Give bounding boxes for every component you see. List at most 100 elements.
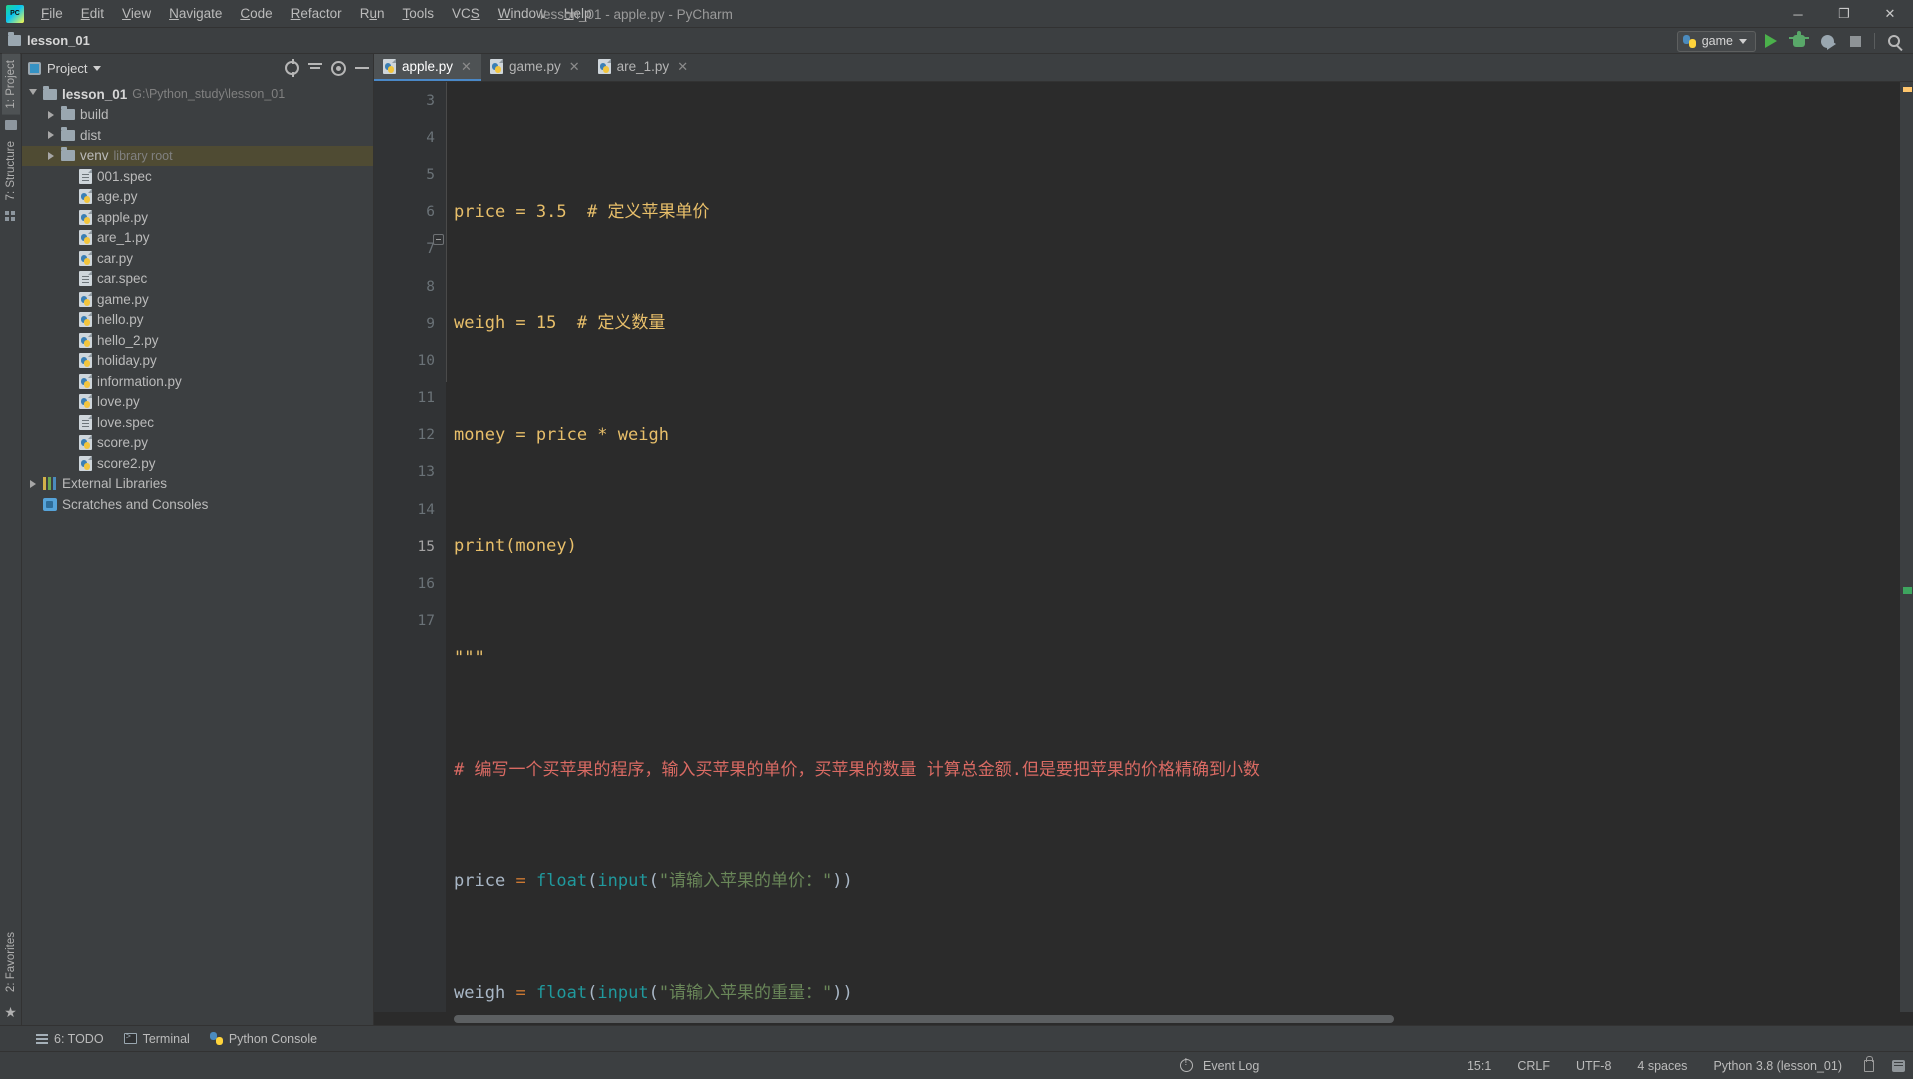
line-number-12[interactable]: 12 (374, 417, 446, 454)
tree-item-age-py[interactable]: age.py (22, 187, 373, 208)
tree-item-dist[interactable]: dist (22, 125, 373, 146)
locate-icon[interactable] (285, 59, 299, 77)
line-number-10[interactable]: 10 (374, 342, 446, 379)
debug-button[interactable] (1786, 29, 1812, 53)
menu-item-refactor[interactable]: Refactor (282, 2, 351, 25)
chevron-right-icon[interactable] (46, 151, 56, 160)
code-editor[interactable]: price = 3.5 # 定义苹果单价 weigh = 15 # 定义数量 m… (446, 82, 1900, 1012)
hide-icon[interactable] (355, 67, 369, 69)
line-number-4[interactable]: 4 (374, 119, 446, 156)
tree-item-car-spec[interactable]: car.spec (22, 269, 373, 290)
python-file-icon (597, 59, 611, 74)
tree-item-love-spec[interactable]: love.spec (22, 412, 373, 433)
line-number-8[interactable]: 8 (374, 268, 446, 305)
line-number-11[interactable]: 11 (374, 380, 446, 417)
tree-item-lesson-01[interactable]: lesson_01 G:\Python_study\lesson_01 (22, 84, 373, 105)
tree-item-car-py[interactable]: car.py (22, 248, 373, 269)
tool-button-todo[interactable]: 6: TODO (26, 1029, 114, 1049)
run-configuration-selector[interactable]: game (1676, 30, 1756, 52)
chevron-right-icon[interactable] (28, 479, 38, 488)
gear-icon[interactable] (331, 60, 346, 76)
editor-tab-label: game.py (508, 59, 561, 74)
chevron-right-icon[interactable] (46, 131, 56, 140)
tree-item-external-libraries[interactable]: External Libraries (22, 474, 373, 495)
chevron-down-icon[interactable] (28, 89, 38, 99)
tree-item-label: love.py (97, 394, 140, 410)
event-log-button[interactable]: Event Log (1199, 1057, 1263, 1075)
main-toolbar: game (1676, 28, 1907, 54)
tree-item-hello-py[interactable]: hello.py (22, 310, 373, 331)
editor-tab-apple[interactable]: apple.py ✕ (374, 54, 481, 81)
tree-item-holiday-py[interactable]: holiday.py (22, 351, 373, 372)
chevron-right-icon[interactable] (46, 110, 56, 119)
maximize-button[interactable]: ❐ (1821, 0, 1867, 28)
line-number-14[interactable]: 14 (374, 491, 446, 528)
line-number-5[interactable]: 5 (374, 156, 446, 193)
database-icon[interactable] (1892, 1059, 1905, 1072)
stop-button[interactable] (1842, 29, 1868, 53)
sidebar-item-structure[interactable]: 7: Structure (2, 135, 20, 206)
menu-item-file[interactable]: FFileile (32, 2, 72, 25)
chevron-down-icon[interactable] (93, 65, 102, 71)
line-number-6[interactable]: 6 (374, 194, 446, 231)
menu-item-edit[interactable]: Edit (72, 2, 113, 25)
indent-setting[interactable]: 4 spaces (1633, 1057, 1691, 1075)
code-viewport: 3 4 5 6 7 8 9 10 11 12 13 14 15 16 17 price = 3.5 # 定义… (374, 82, 1913, 1012)
collapse-all-icon[interactable] (308, 62, 322, 74)
tree-item-scratches-and-consoles[interactable]: Scratches and Consoles (22, 494, 373, 515)
tree-item-venv[interactable]: venv library root (22, 145, 373, 166)
tree-item-love-py[interactable]: love.py (22, 392, 373, 413)
editor-tab-label: apple.py (402, 59, 454, 74)
menu-item-tools[interactable]: Tools (393, 2, 443, 25)
warning-marker[interactable] (1903, 87, 1912, 92)
sidebar-item-project[interactable]: 1: Project (1, 54, 20, 115)
menu-item-navigate[interactable]: Navigate (160, 2, 231, 25)
menu-item-code[interactable]: Code (231, 2, 281, 25)
line-number-3[interactable]: 3 (374, 82, 446, 119)
run-button[interactable] (1758, 29, 1784, 53)
editor-tab-game[interactable]: game.py ✕ (481, 54, 589, 81)
tool-button-python-console[interactable]: Python Console (200, 1029, 327, 1049)
caret-position[interactable]: 15:1 (1463, 1057, 1495, 1075)
horizontal-scrollbar[interactable] (374, 1012, 1913, 1025)
editor-tab-are1[interactable]: are_1.py ✕ (589, 54, 697, 81)
close-icon[interactable]: ✕ (461, 59, 472, 75)
tree-item-001-spec[interactable]: 001.spec (22, 166, 373, 187)
lock-icon[interactable] (1864, 1055, 1874, 1072)
menu-item-vcs[interactable]: VCS (443, 2, 489, 25)
tree-item-build[interactable]: build (22, 105, 373, 126)
close-button[interactable]: ✕ (1867, 0, 1913, 28)
tree-item-information-py[interactable]: information.py (22, 371, 373, 392)
tool-button-terminal[interactable]: Terminal (114, 1029, 200, 1049)
editor-marker-stripe[interactable] (1900, 82, 1913, 1012)
tree-item-game-py[interactable]: game.py (22, 289, 373, 310)
line-separator[interactable]: CRLF (1513, 1057, 1554, 1075)
tree-item-score2-py[interactable]: score2.py (22, 453, 373, 474)
line-number-16[interactable]: 16 (374, 565, 446, 602)
line-number-15[interactable]: 15 (374, 528, 446, 565)
line-number-13[interactable]: 13 (374, 454, 446, 491)
caret-marker[interactable] (1903, 587, 1912, 594)
code-fold-toggle-icon[interactable] (433, 234, 444, 245)
tree-item-score-py[interactable]: score.py (22, 433, 373, 454)
menu-item-run[interactable]: Run (351, 2, 394, 25)
tool-button-label: Python Console (228, 1031, 318, 1046)
coverage-button[interactable] (1814, 29, 1840, 53)
python-interpreter[interactable]: Python 3.8 (lesson_01) (1709, 1057, 1846, 1075)
close-icon[interactable]: ✕ (677, 59, 688, 75)
minimize-button[interactable]: ─ (1775, 0, 1821, 28)
scrollbar-thumb[interactable] (454, 1015, 1394, 1023)
line-number-gutter[interactable]: 3 4 5 6 7 8 9 10 11 12 13 14 15 16 17 (374, 82, 446, 1012)
search-everywhere-button[interactable] (1881, 29, 1907, 53)
line-number-9[interactable]: 9 (374, 305, 446, 342)
tree-item-apple-py[interactable]: apple.py (22, 207, 373, 228)
file-encoding[interactable]: UTF-8 (1572, 1057, 1615, 1075)
line-number-17[interactable]: 17 (374, 603, 446, 640)
close-icon[interactable]: ✕ (569, 59, 580, 75)
breadcrumb[interactable]: lesson_01 (8, 32, 90, 48)
docstring-end: """ (454, 647, 485, 668)
tree-item-hello-2-py[interactable]: hello_2.py (22, 330, 373, 351)
menu-item-view[interactable]: View (113, 2, 160, 25)
sidebar-item-favorites[interactable]: 2: Favorites (2, 926, 20, 998)
tree-item-are-1-py[interactable]: are_1.py (22, 228, 373, 249)
